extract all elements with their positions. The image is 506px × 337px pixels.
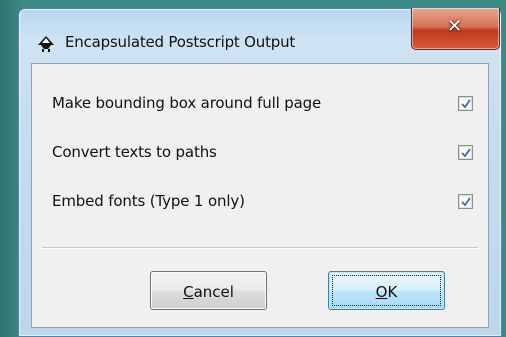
bounding-box-checkbox[interactable]	[458, 96, 473, 111]
option-label: Make bounding box around full page	[52, 94, 322, 112]
option-row-embed-fonts[interactable]: Embed fonts (Type 1 only)	[32, 186, 488, 216]
cancel-label-rest: ancel	[193, 282, 234, 301]
option-row-text-to-path[interactable]: Convert texts to paths	[32, 137, 488, 167]
dialog-title: Encapsulated Postscript Output	[65, 33, 296, 51]
separator	[42, 247, 478, 249]
close-button[interactable]: ✕	[411, 8, 500, 50]
checkmark-icon	[461, 148, 471, 158]
dialog-body: Make bounding box around full page Conve…	[31, 63, 489, 328]
ok-mnemonic: O	[375, 282, 388, 301]
checkmark-icon	[461, 99, 471, 109]
cancel-button-label: Cancel	[183, 283, 234, 301]
ok-button-label: OK	[376, 283, 398, 301]
inkscape-icon	[38, 36, 54, 52]
ok-label-rest: K	[387, 282, 398, 301]
cancel-mnemonic: C	[183, 282, 194, 301]
cancel-button[interactable]: Cancel	[150, 271, 267, 310]
checkmark-icon	[461, 197, 471, 207]
title-bar[interactable]: Encapsulated Postscript Output ✕	[19, 8, 501, 53]
ok-button[interactable]: OK	[328, 271, 445, 310]
dialog-window: Encapsulated Postscript Output ✕ Make bo…	[18, 8, 502, 337]
text-to-path-checkbox[interactable]	[458, 145, 473, 160]
close-icon: ✕	[447, 16, 463, 37]
desktop-background	[0, 0, 20, 337]
embed-fonts-checkbox[interactable]	[458, 194, 473, 209]
option-row-bounding-box[interactable]: Make bounding box around full page	[32, 88, 488, 118]
option-label: Convert texts to paths	[52, 143, 217, 161]
option-label: Embed fonts (Type 1 only)	[52, 192, 245, 210]
